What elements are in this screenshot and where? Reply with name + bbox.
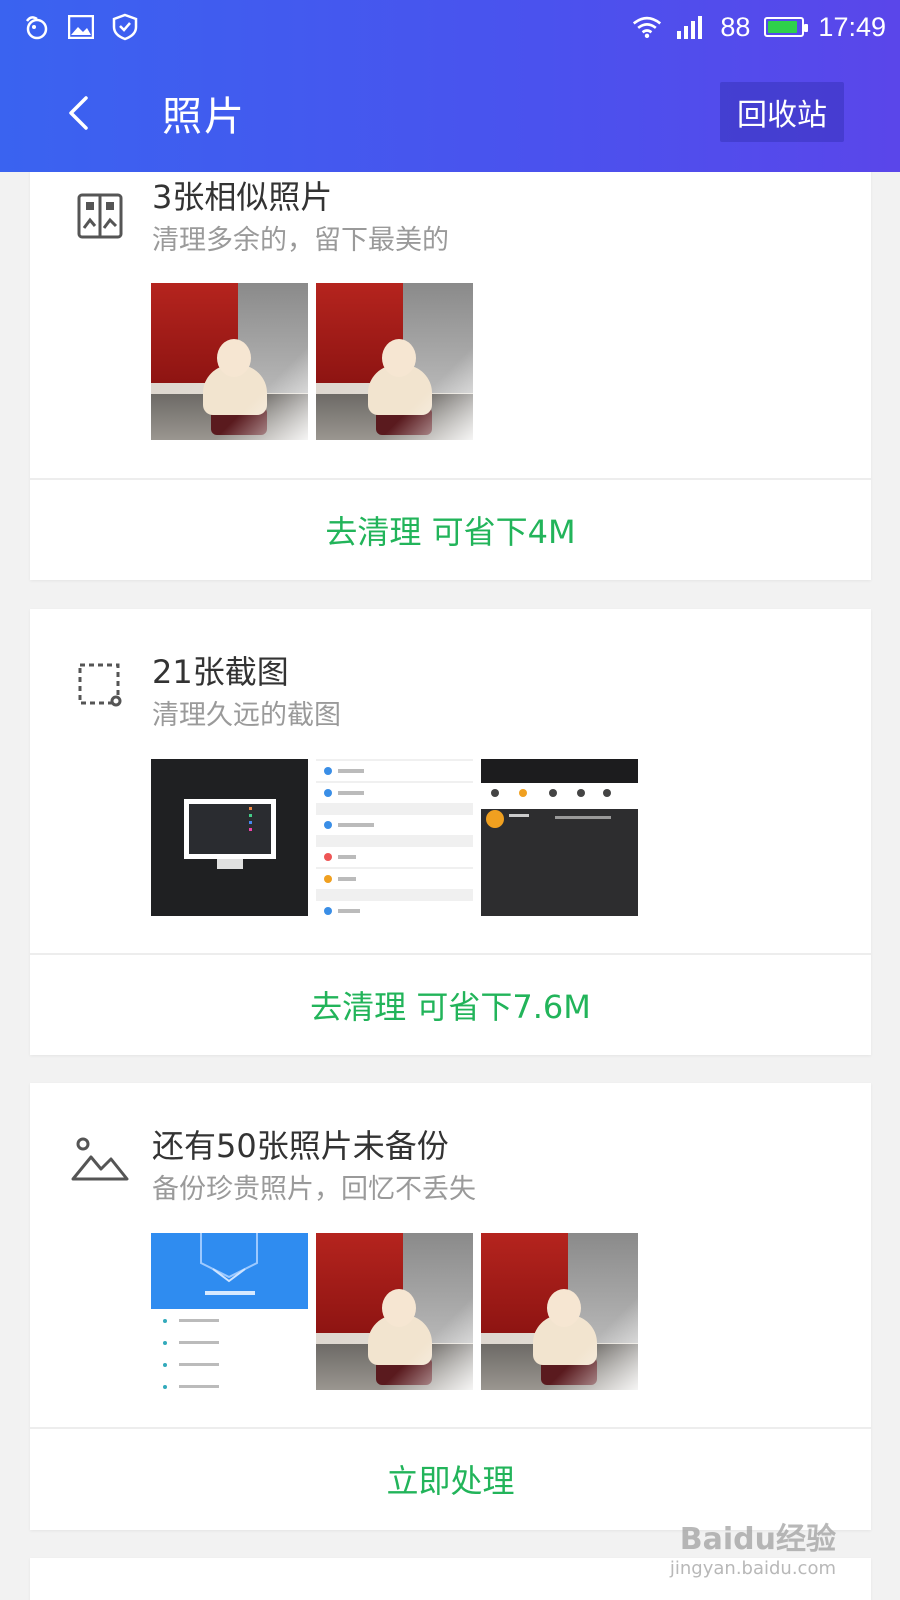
watermark-url: jingyan.baidu.com [669, 1558, 836, 1579]
card-title: 3张相似照片 [152, 178, 333, 216]
mountain-photo-icon [70, 1129, 130, 1189]
backup-card: 还有50张照片未备份 备份珍贵照片，回忆不丢失 立即处理 [30, 1083, 871, 1530]
shield-icon [110, 12, 140, 42]
thumbnail-row [151, 1233, 638, 1390]
photo-thumbnail[interactable] [481, 1233, 638, 1390]
back-button[interactable] [38, 73, 118, 153]
card-subtitle: 清理久远的截图 [152, 700, 341, 731]
photo-thumbnail[interactable] [316, 283, 473, 440]
wifi-icon [632, 12, 662, 42]
content-scroll[interactable]: 3张相似照片 清理多余的，留下最美的 去清理 可省下4M 21张截图 清理久远的… [0, 172, 900, 1600]
signal-icon [676, 12, 706, 42]
thumbnail-row [151, 283, 473, 440]
uc-browser-icon [22, 12, 52, 42]
status-bar: 88 17:49 [0, 0, 900, 54]
card-title: 21张截图 [152, 653, 289, 691]
watermark-logo: Baidu经验 [679, 1522, 836, 1557]
screenshot-thumbnail[interactable] [151, 759, 308, 916]
recycle-bin-button[interactable]: 回收站 [720, 82, 844, 142]
photo-thumbnail[interactable] [316, 1233, 473, 1390]
card-subtitle: 备份珍贵照片，回忆不丢失 [152, 1174, 476, 1205]
photo-thumbnail[interactable] [151, 283, 308, 440]
screenshot-thumbnail[interactable] [151, 1233, 308, 1390]
screenshot-icon [70, 655, 130, 715]
chevron-left-icon [69, 96, 88, 130]
battery-icon [764, 17, 809, 37]
thumbnail-row [151, 759, 638, 916]
screenshot-thumbnail[interactable] [316, 759, 473, 916]
clean-screenshots-button[interactable]: 去清理 可省下7.6M [30, 955, 871, 1055]
toolbar: 照片 回收站 [0, 70, 900, 156]
screenshot-thumbnail[interactable] [481, 759, 638, 916]
card-subtitle: 清理多余的，留下最美的 [152, 225, 449, 256]
similar-photos-card: 3张相似照片 清理多余的，留下最美的 去清理 可省下4M [30, 172, 871, 580]
clock: 17:49 [818, 11, 886, 42]
header: 88 17:49 照片 回收站 [0, 0, 900, 172]
watermark: Baidu经验 jingyan.baidu.com [670, 1514, 836, 1579]
gallery-icon [66, 12, 96, 42]
screenshots-card: 21张截图 清理久远的截图 去清理 可省下7.6M [30, 609, 871, 1055]
card-title: 还有50张照片未备份 [152, 1127, 449, 1165]
battery-percent: 88 [720, 11, 751, 42]
clean-similar-button[interactable]: 去清理 可省下4M [30, 480, 871, 580]
page-title: 照片 [162, 94, 246, 140]
similar-photos-icon [70, 186, 130, 246]
